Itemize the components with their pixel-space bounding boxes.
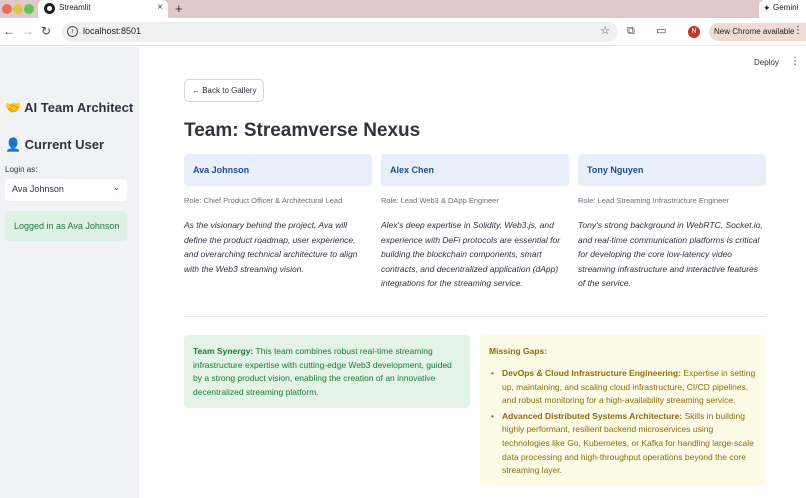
member-card: Alex Chen <box>381 154 569 186</box>
cast-tab-icon[interactable]: ▭ <box>656 25 666 37</box>
browser-toolbar: ← → ↻ i localhost:8501 ☆ ⧉ ▭ N New Chrom… <box>0 18 806 46</box>
list-item: • Advanced Distributed Systems Architectu… <box>489 410 757 478</box>
chrome-update-button[interactable]: New Chrome available ⋮ <box>709 23 806 41</box>
deploy-button[interactable]: Deploy <box>754 58 779 67</box>
user-silhouette-icon: 👤 <box>5 137 22 152</box>
app-title-text: AI Team Architect <box>24 100 134 115</box>
forward-arrow-icon[interactable]: → <box>22 24 34 38</box>
member-name: Tony Nguyen <box>587 165 644 175</box>
team-synergy-label: Team Synergy: <box>193 346 254 356</box>
member-description: Alex's deep expertise in Solidity, Web3.… <box>381 220 561 288</box>
chrome-update-label: New Chrome available <box>714 27 795 36</box>
chrome-menu-icon[interactable]: ⋮ <box>793 25 803 36</box>
profile-avatar[interactable]: N <box>688 26 700 38</box>
address-bar[interactable]: i localhost:8501 ☆ <box>62 22 618 42</box>
member-card: Ava Johnson <box>184 154 372 186</box>
handshake-icon: 🤝 <box>5 100 22 115</box>
sidebar: 🤝 AI Team Architect 👤 Current User Login… <box>0 47 139 498</box>
member-description: As the visionary behind the project, Ava… <box>184 220 358 274</box>
missing-gaps-list: • DevOps & Cloud Infrastructure Engineeri… <box>489 367 757 480</box>
bullet-icon: • <box>491 410 494 421</box>
team-synergy-text: Team Synergy: This team combines robust … <box>193 345 463 399</box>
login-status-text: Logged in as Ava Johnson <box>14 221 120 231</box>
app-title: 🤝 AI Team Architect <box>5 100 133 116</box>
member-role: Role: Lead Web3 & DApp Engineer <box>381 196 499 205</box>
extensions-puzzle-icon[interactable]: ⧉ <box>627 25 635 37</box>
missing-gaps-alert: Missing Gaps: • DevOps & Cloud Infrastruc… <box>480 335 766 485</box>
back-to-gallery-button[interactable]: ← Back to Gallery <box>184 79 264 102</box>
main-menu-icon[interactable]: ⋮ <box>790 56 800 67</box>
gemini-button[interactable]: ✦ Gemini <box>759 0 806 18</box>
login-label: Login as: <box>5 165 38 174</box>
close-window-button[interactable] <box>2 4 12 14</box>
current-user-heading-text: Current User <box>24 137 105 152</box>
tab-title: Streamlit <box>59 3 91 12</box>
new-tab-button[interactable]: + <box>175 0 183 17</box>
list-item: • DevOps & Cloud Infrastructure Engineeri… <box>489 367 757 408</box>
gap-label: DevOps & Cloud Infrastructure Engineerin… <box>502 368 681 378</box>
reload-icon[interactable]: ↻ <box>41 24 51 38</box>
bookmark-star-icon[interactable]: ☆ <box>600 24 610 37</box>
login-user-select[interactable]: Ava Johnson ⌄ <box>5 179 127 201</box>
member-name: Alex Chen <box>390 165 435 175</box>
browser-tab-streamlit[interactable]: Streamlit × <box>38 0 168 18</box>
section-divider <box>184 316 766 317</box>
back-to-gallery-label: ← Back to Gallery <box>192 86 257 95</box>
login-status-alert: Logged in as Ava Johnson <box>5 211 127 241</box>
tab-close-icon[interactable]: × <box>157 2 163 14</box>
member-name: Ava Johnson <box>193 165 250 175</box>
missing-gaps-title: Missing Gaps: <box>489 346 548 356</box>
member-role: Role: Chief Product Officer & Architectu… <box>184 196 343 205</box>
login-select-value: Ava Johnson <box>12 184 64 194</box>
team-synergy-alert: Team Synergy: This team combines robust … <box>184 335 470 408</box>
chevron-down-icon[interactable]: ⌄ <box>113 183 120 192</box>
url-text[interactable]: localhost:8501 <box>83 26 141 36</box>
member-description: Tony's strong background in WebRTC, Sock… <box>578 220 763 288</box>
minimize-window-button[interactable] <box>13 4 23 14</box>
site-info-icon[interactable]: i <box>67 26 78 37</box>
gemini-icon: ✦ <box>763 3 771 13</box>
gemini-label: Gemini <box>773 3 799 12</box>
current-user-heading: 👤 Current User <box>5 137 104 153</box>
back-arrow-icon[interactable]: ← <box>3 24 15 38</box>
member-card: Tony Nguyen <box>578 154 766 186</box>
gap-label: Advanced Distributed Systems Architectur… <box>502 410 683 421</box>
bullet-icon: • <box>491 368 494 378</box>
browser-tab-bar: Streamlit × + ✦ Gemini <box>0 0 806 18</box>
page-title: Team: Streamverse Nexus <box>184 120 421 141</box>
member-role: Role: Lead Streaming Infrastructure Engi… <box>578 196 729 205</box>
maximize-window-button[interactable] <box>24 4 34 14</box>
streamlit-favicon-icon <box>44 3 55 14</box>
